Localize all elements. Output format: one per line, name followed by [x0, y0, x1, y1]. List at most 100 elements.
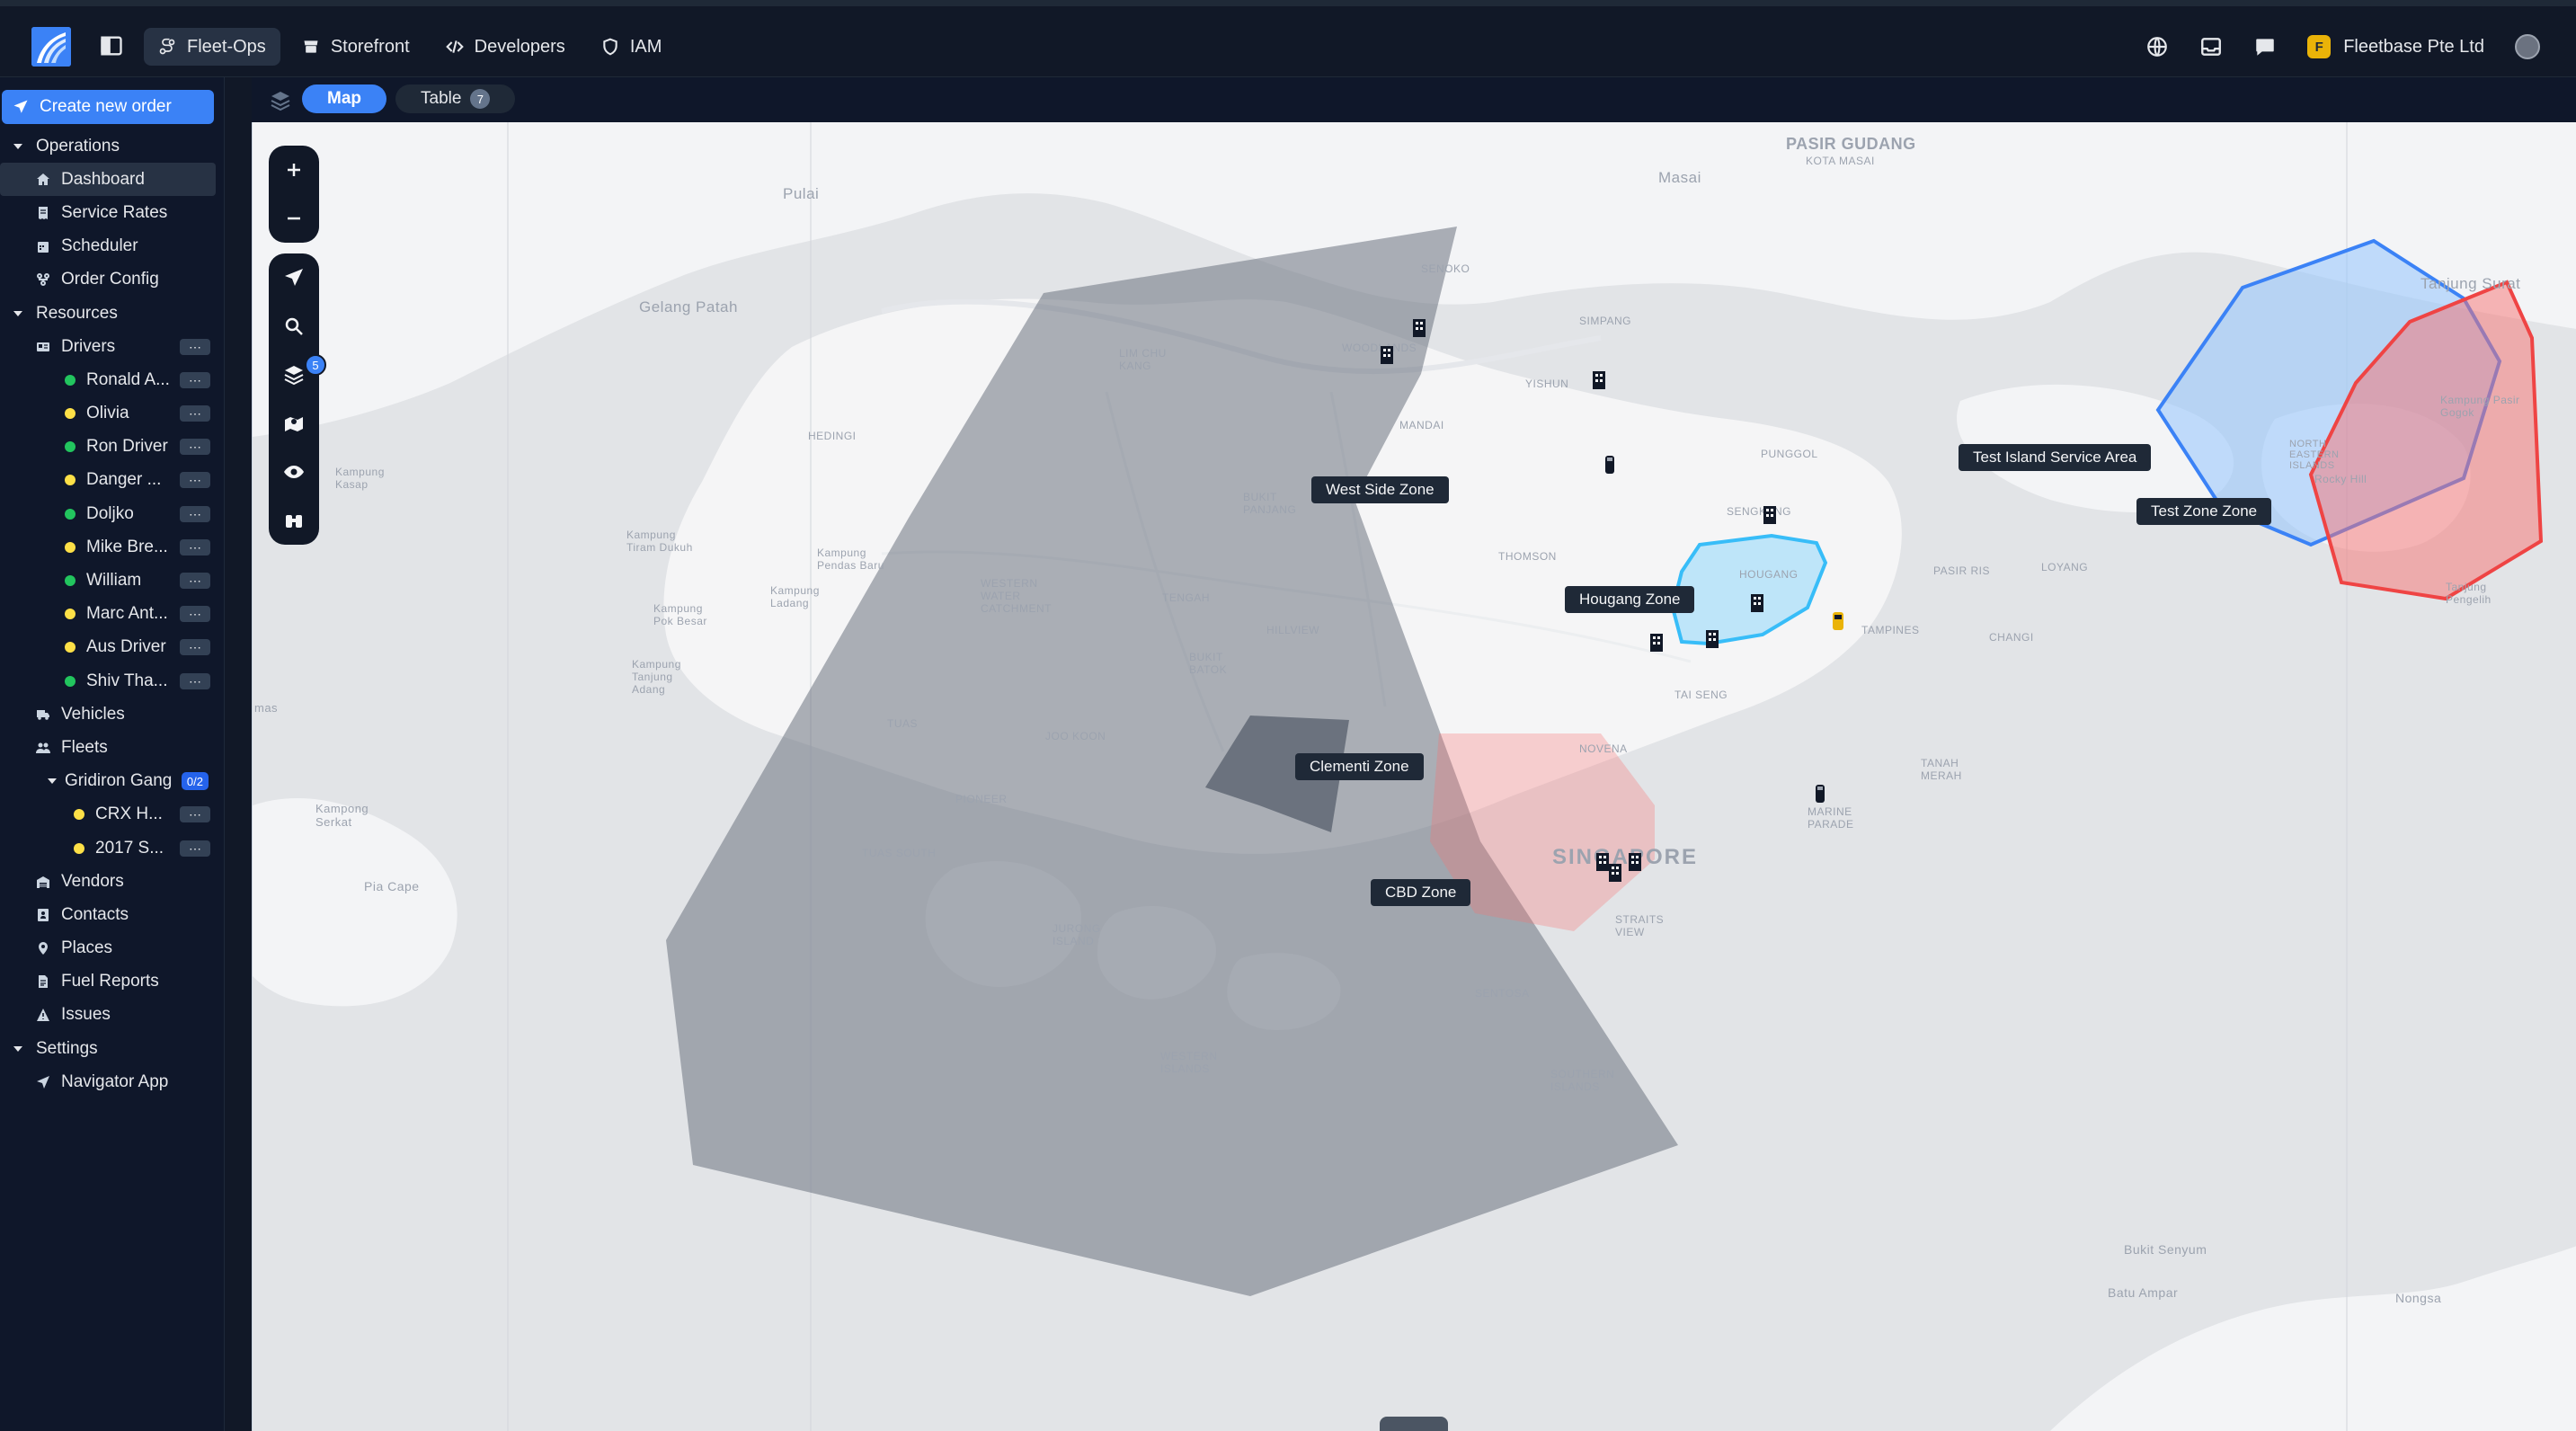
more-options-button[interactable]: ⋯ [180, 405, 210, 422]
place-marker[interactable] [1705, 629, 1719, 649]
nav-tab-iam[interactable]: IAM [587, 28, 677, 66]
more-options-button[interactable]: ⋯ [180, 806, 210, 823]
truck-icon [37, 709, 49, 720]
more-options-button[interactable]: ⋯ [180, 338, 210, 355]
driver-item[interactable]: Aus Driver ⋯ [0, 631, 225, 664]
fleet-vehicle-item[interactable]: 2017 S... ⋯ [0, 831, 225, 865]
sidebar-item-drivers[interactable]: Drivers ⋯ [0, 330, 225, 363]
map-drawing-button[interactable] [269, 399, 319, 448]
driver-item[interactable]: Ron Driver ⋯ [0, 431, 225, 464]
place-marker[interactable] [1592, 370, 1606, 390]
visibility-button[interactable] [269, 448, 319, 496]
more-options-button[interactable]: ⋯ [180, 573, 210, 590]
send-order-button[interactable] [269, 253, 319, 302]
home-icon [37, 173, 49, 185]
paper-plane-icon [285, 269, 303, 286]
fleetbase-logo[interactable] [31, 27, 71, 67]
place-marker[interactable] [1750, 593, 1764, 613]
fleet-name: Gridiron Gang [65, 771, 173, 791]
bottom-drawer-handle[interactable] [1380, 1417, 1448, 1431]
zone-label-test-zone-zone[interactable]: Test Zone Zone [2136, 498, 2272, 525]
map-search-button[interactable] [269, 302, 319, 351]
driver-item[interactable]: Shiv Tha... ⋯ [0, 664, 225, 698]
place-marker[interactable] [1380, 345, 1394, 365]
zoom-out-button[interactable] [269, 194, 319, 243]
map-layers-button[interactable]: 5 [269, 351, 326, 399]
nav-tab-developers[interactable]: Developers [431, 28, 580, 66]
sidebar-item-order-config[interactable]: Order Config [0, 263, 225, 297]
more-options-button[interactable]: ⋯ [180, 672, 210, 689]
more-options-button[interactable]: ⋯ [180, 472, 210, 489]
driver-item[interactable]: Marc Ant... ⋯ [0, 598, 225, 631]
place-marker[interactable] [1763, 505, 1777, 525]
fleet-item[interactable]: Gridiron Gang 0/2 [0, 765, 225, 798]
place-marker[interactable] [1608, 863, 1622, 883]
map-place-label: TUAS [887, 717, 919, 730]
sidebar-item-dashboard[interactable]: Dashboard [0, 163, 216, 197]
zone-label-west-side[interactable]: West Side Zone [1311, 476, 1449, 503]
sidebar-item-navigator-app[interactable]: Navigator App [0, 1065, 225, 1098]
map-place-label: TANAH MERAH [1921, 757, 1962, 782]
organization-switcher[interactable]: F Fleetbase Pte Ltd [2307, 35, 2484, 58]
warning-triangle-icon [37, 1009, 49, 1022]
chevron-down-icon [48, 778, 57, 785]
section-resources[interactable]: Resources [0, 297, 225, 330]
sidebar-item-issues[interactable]: Issues [0, 999, 225, 1032]
sidebar-item-places[interactable]: Places [0, 932, 225, 965]
more-options-button[interactable]: ⋯ [180, 439, 210, 456]
section-settings[interactable]: Settings [0, 1032, 225, 1065]
vehicle-marker[interactable] [1813, 784, 1825, 804]
map-view-button[interactable]: Map [302, 84, 386, 113]
driver-item[interactable]: Doljko ⋯ [0, 497, 225, 530]
sidebar-item-scheduler[interactable]: Scheduler [0, 230, 225, 263]
create-new-order-button[interactable]: Create new order [2, 90, 214, 124]
driver-item[interactable]: Danger ... ⋯ [0, 464, 225, 497]
zone-label-test-island-service-area[interactable]: Test Island Service Area [1959, 444, 2152, 471]
nav-tab-storefront[interactable]: Storefront [288, 28, 424, 66]
chat-icon[interactable] [2253, 35, 2277, 58]
user-avatar[interactable] [2515, 34, 2540, 59]
driver-status-dot [65, 609, 76, 620]
section-operations[interactable]: Operations [0, 129, 225, 163]
workflow-icon [37, 273, 49, 287]
more-options-button[interactable]: ⋯ [180, 505, 210, 522]
place-marker[interactable] [1412, 318, 1426, 338]
sidebar-item-fleets[interactable]: Fleets [0, 731, 225, 764]
search-icon [285, 317, 303, 335]
zone-label-hougang[interactable]: Hougang Zone [1565, 586, 1695, 613]
zoom-controls [269, 146, 319, 243]
nav-tab-fleet-ops[interactable]: Fleet-Ops [144, 28, 280, 66]
vehicle-marker[interactable] [1603, 455, 1614, 475]
sidebar-item-fuel-reports[interactable]: Fuel Reports [0, 965, 225, 999]
sidebar-item-vehicles[interactable]: Vehicles [0, 698, 225, 731]
more-options-button[interactable]: ⋯ [180, 606, 210, 623]
binoculars-button[interactable] [269, 496, 319, 545]
more-options-button[interactable]: ⋯ [180, 840, 210, 857]
fleet-vehicle-item[interactable]: CRX H... ⋯ [0, 798, 225, 831]
place-marker[interactable] [1628, 852, 1642, 872]
top-navigation-bar: Fleet-Ops Storefront Developers IAM F Fl… [0, 0, 2576, 77]
zoom-in-button[interactable] [269, 146, 319, 194]
zone-label-clementi[interactable]: Clementi Zone [1295, 753, 1424, 780]
more-options-button[interactable]: ⋯ [180, 371, 210, 388]
inbox-icon[interactable] [2199, 35, 2223, 58]
driver-item[interactable]: Olivia ⋯ [0, 397, 225, 431]
globe-icon[interactable] [2145, 35, 2169, 58]
driver-item[interactable]: Ronald A... ⋯ [0, 363, 225, 396]
zone-label-cbd[interactable]: CBD Zone [1371, 879, 1471, 906]
sidebar-item-contacts[interactable]: Contacts [0, 898, 225, 931]
layers-icon[interactable] [270, 90, 291, 111]
driver-item[interactable]: William ⋯ [0, 564, 225, 597]
place-marker[interactable] [1649, 633, 1664, 653]
driver-item[interactable]: Mike Bre... ⋯ [0, 530, 225, 564]
sidebar-item-service-rates[interactable]: Service Rates [0, 196, 225, 229]
live-map[interactable]: PASIR GUDANG KOTA MASAI Masai Pulai Gela… [252, 122, 2576, 1431]
more-options-button[interactable]: ⋯ [180, 639, 210, 656]
sidebar-toggle-icon[interactable] [99, 33, 124, 58]
table-view-button[interactable]: Table 7 [395, 84, 516, 113]
sidebar-item-vendors[interactable]: Vendors [0, 865, 225, 898]
map-place-label: PUNGGOL [1761, 448, 1818, 460]
more-options-button[interactable]: ⋯ [180, 538, 210, 556]
file-invoice-icon [39, 975, 48, 989]
vehicle-marker[interactable] [1831, 611, 1843, 631]
